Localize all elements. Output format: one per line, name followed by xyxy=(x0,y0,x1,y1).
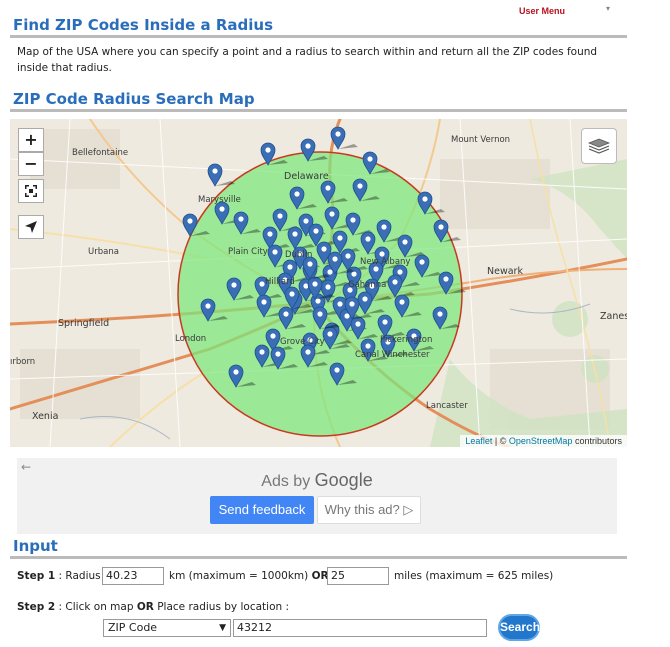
step2-heading: Step 2 xyxy=(17,601,56,613)
label-london: London xyxy=(175,334,206,344)
label-urbana: Urbana xyxy=(88,247,119,257)
label-plain-city: Plain City xyxy=(228,247,268,257)
input-section-title: Input xyxy=(10,537,627,559)
miles-note: miles (maximum = 625 miles) xyxy=(394,570,554,582)
input-section-title-text: Input xyxy=(13,537,58,555)
step2-text1: : Click on map xyxy=(58,601,134,613)
fullscreen-button[interactable] xyxy=(18,179,44,203)
attribution-separator: | © xyxy=(494,436,507,446)
label-xenia: Xenia xyxy=(32,411,58,422)
page-title: Find ZIP Codes Inside a Radius xyxy=(10,16,627,38)
map-section-title-text: ZIP Code Radius Search Map xyxy=(13,90,255,108)
send-feedback-button[interactable]: Send feedback xyxy=(210,496,314,524)
label-pickerington: Pickerington xyxy=(380,335,432,345)
label-springfield: Springfield xyxy=(58,318,109,329)
label-mount-vernon: Mount Vernon xyxy=(451,135,510,145)
step1-heading: Step 1 xyxy=(17,570,56,582)
search-button[interactable]: Search xyxy=(498,614,540,641)
map-tiles[interactable]: Bellefontaine Mount Vernon Marysville De… xyxy=(10,119,627,447)
label-gahanna: Gahanna xyxy=(348,280,386,290)
map[interactable]: Bellefontaine Mount Vernon Marysville De… xyxy=(10,119,627,447)
label-marysville: Marysville xyxy=(198,195,241,205)
chevron-down-icon[interactable]: ▾ xyxy=(606,4,610,13)
step2-or: OR xyxy=(136,601,154,613)
km-note: km (maximum = 1000km) OR xyxy=(169,570,329,582)
location-arrow-icon xyxy=(25,221,37,233)
ads-by-label: Ads by xyxy=(261,473,311,490)
why-this-ad-button[interactable]: Why this ad? ▷ xyxy=(317,496,421,524)
google-logo: Google xyxy=(314,470,373,490)
chevron-down-icon: ▼ xyxy=(219,623,226,633)
label-delaware: Delaware xyxy=(284,171,329,182)
km-note-text: km (maximum = 1000km) xyxy=(169,570,309,582)
map-section-title: ZIP Code Radius Search Map xyxy=(10,90,627,112)
ads-by-google: Ads by Google xyxy=(17,470,617,491)
label-canal-winchester: Canal Winchester xyxy=(355,350,430,360)
radius-label: : Radius xyxy=(58,570,101,582)
layers-icon xyxy=(587,138,611,154)
user-menu[interactable]: User Menu xyxy=(519,6,565,16)
label-tipp: ırborn xyxy=(10,357,35,367)
map-attribution: Leaflet | © OpenStreetMap contributors xyxy=(460,435,627,447)
radius-miles-input[interactable]: 25 xyxy=(327,567,389,585)
radius-km-input[interactable]: 40.23 xyxy=(102,567,164,585)
step2-label: Step 2 : Click on map OR Place radius by… xyxy=(17,601,289,613)
label-lancaster: Lancaster xyxy=(426,401,468,411)
label-dublin: Dublin xyxy=(285,250,312,260)
label-zanesville: Zanes xyxy=(600,311,627,322)
page-title-text: Find ZIP Codes Inside a Radius xyxy=(13,16,274,34)
label-new-albany: New Albany xyxy=(360,257,410,267)
label-newark: Newark xyxy=(487,266,523,277)
label-grove-city: Grove City xyxy=(280,337,325,347)
fullscreen-icon xyxy=(25,185,37,197)
location-input[interactable]: 43212 xyxy=(233,619,487,637)
step2-text2: Place radius by location : xyxy=(157,601,290,613)
step1-label: Step 1 : Radius xyxy=(17,570,101,582)
page-description: Map of the USA where you can specify a p… xyxy=(17,46,598,74)
location-type-select[interactable]: ZIP Code ▼ xyxy=(103,619,231,637)
osm-link[interactable]: OpenStreetMap xyxy=(509,436,573,446)
ad-box: ← Ads by Google Send feedback Why this a… xyxy=(17,458,617,534)
layers-button[interactable] xyxy=(581,128,617,164)
zoom-out-button[interactable]: − xyxy=(18,152,44,176)
label-bellefontaine: Bellefontaine xyxy=(72,148,128,158)
leaflet-link[interactable]: Leaflet xyxy=(465,436,492,446)
attribution-contributors: contributors xyxy=(574,436,622,446)
location-type-value: ZIP Code xyxy=(108,621,158,634)
zoom-in-button[interactable]: + xyxy=(18,128,44,152)
locate-button[interactable] xyxy=(18,215,44,239)
label-hilliard: Hilliard xyxy=(265,277,295,287)
